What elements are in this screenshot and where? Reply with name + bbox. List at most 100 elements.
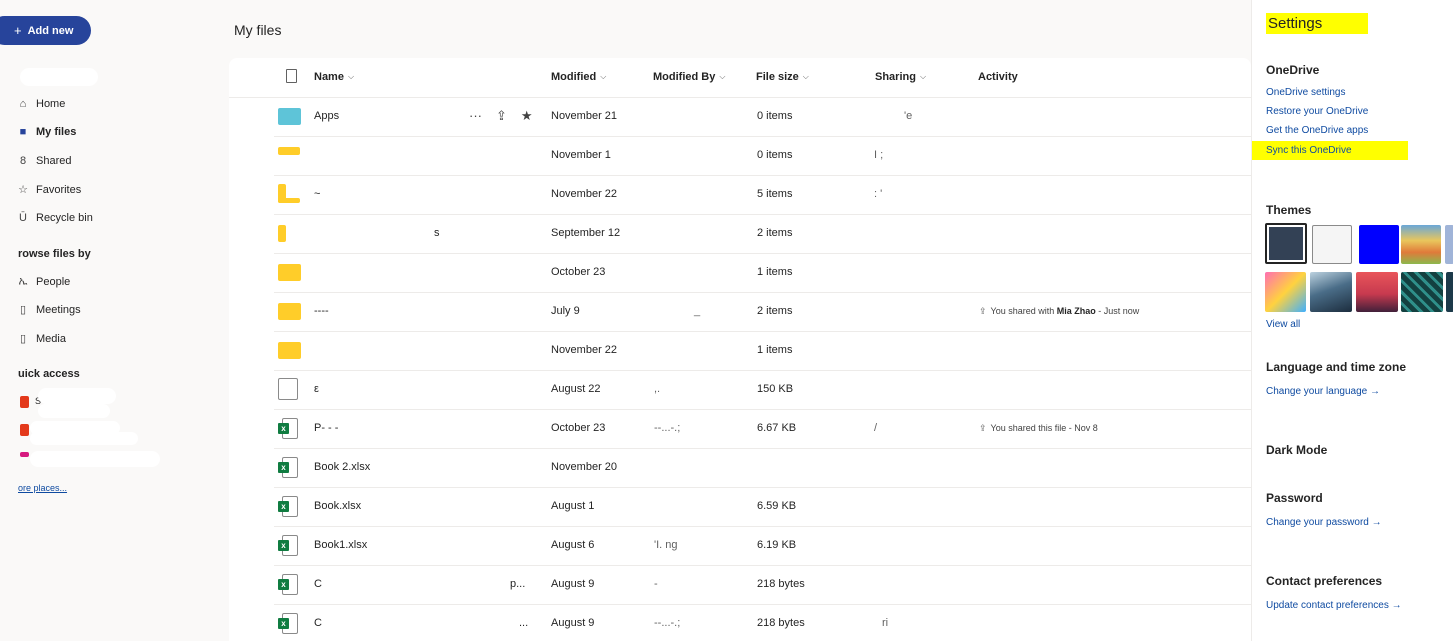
update-contact-link[interactable]: Update contact preferences → <box>1266 600 1402 611</box>
view-all-themes-link[interactable]: View all <box>1266 319 1300 330</box>
file-type-icon[interactable] <box>286 69 297 83</box>
column-header-activity[interactable]: Activity <box>978 71 1018 83</box>
theme-option-partial[interactable] <box>1445 225 1453 264</box>
nav-item-label: Meetings <box>36 303 81 316</box>
table-row[interactable]: x Book1.xlsx August 6 'I. ng 6.19 KB <box>274 527 1251 566</box>
table-row[interactable]: ε August 22 ,. 150 KB <box>274 371 1251 410</box>
folder-icon <box>278 264 301 281</box>
table-row[interactable]: November 22 1 items <box>274 332 1251 371</box>
theme-option-partial[interactable] <box>1446 272 1453 312</box>
theme-option-coast[interactable] <box>1310 272 1352 312</box>
theme-option-sunset[interactable] <box>1356 272 1398 312</box>
table-row[interactable]: x C p... August 9 - 218 bytes <box>274 566 1251 605</box>
quick-access-item-icon[interactable] <box>20 424 29 436</box>
redaction-mark <box>20 68 98 86</box>
restore-onedrive-link[interactable]: Restore your OneDrive <box>1266 106 1368 117</box>
more-options-icon[interactable]: ··· <box>469 108 482 124</box>
nav-item-media[interactable]: ▯ Media <box>18 332 66 346</box>
file-name[interactable]: P- - - <box>314 422 338 434</box>
nav-item-recycle-bin[interactable]: Ū Recycle bin <box>18 212 93 224</box>
theme-option-circuit[interactable] <box>1401 272 1443 312</box>
file-size: 5 items <box>757 188 793 200</box>
file-name[interactable]: Book 2.xlsx <box>314 461 370 473</box>
add-new-button[interactable]: + Add new <box>0 16 91 45</box>
quick-access-item-icon[interactable] <box>20 452 29 457</box>
file-name[interactable]: s <box>434 227 440 239</box>
trash-icon: Ū <box>19 212 27 224</box>
onedrive-heading: OneDrive <box>1266 63 1320 77</box>
column-header-modified[interactable]: Modified ⌵ <box>551 71 606 83</box>
table-row[interactable]: x P- - - October 23 --...-.; 6.67 KB / ⇪… <box>274 410 1251 449</box>
table-row[interactable]: November 1 0 items I ; <box>274 137 1251 176</box>
column-label: Modified By <box>653 71 716 83</box>
theme-option-light[interactable] <box>1312 225 1352 264</box>
activity: ⇪ You shared with Mia Zhao - Just now <box>979 306 1139 317</box>
modified-by: ,. <box>654 383 661 395</box>
file-name[interactable]: Book.xlsx <box>314 500 361 512</box>
theme-option-stripes[interactable] <box>1401 225 1441 264</box>
file-name[interactable]: ε <box>314 383 319 395</box>
chevron-down-icon: ⌵ <box>719 72 726 81</box>
star-icon[interactable]: ★ <box>521 108 533 124</box>
column-header-name[interactable]: Name ⌵ <box>314 71 354 83</box>
file-name-tail: ... <box>519 617 529 629</box>
modified-by: --...-.; <box>654 422 681 434</box>
modified-date: August 9 <box>551 617 595 629</box>
folder-icon <box>278 147 300 155</box>
table-row[interactable]: October 23 1 items <box>274 254 1251 293</box>
change-password-link[interactable]: Change your password → <box>1266 517 1382 528</box>
table-row[interactable]: x Book 2.xlsx November 20 <box>274 449 1251 488</box>
add-new-label: Add new <box>27 24 74 37</box>
column-header-sharing[interactable]: Sharing ⌵ <box>875 71 926 83</box>
file-name[interactable]: C <box>314 617 322 629</box>
file-size: 1 items <box>757 344 793 356</box>
get-onedrive-apps-link[interactable]: Get the OneDrive apps <box>1266 125 1368 136</box>
table-row[interactable]: s September 12 2 items <box>274 215 1251 254</box>
table-row[interactable]: x Book.xlsx August 1 6.59 KB <box>274 488 1251 527</box>
column-label: Activity <box>978 71 1018 83</box>
people-icon: 8 <box>19 155 27 167</box>
table-row[interactable]: ~ November 22 5 items : ' <box>274 176 1251 215</box>
nav-item-label: Home <box>36 98 66 110</box>
table-row[interactable]: ---- July 9 _ 2 items ⇪ You shared with M… <box>274 293 1251 332</box>
excel-file-icon: x <box>278 496 298 518</box>
folder-icon <box>278 108 301 125</box>
theme-option-blue[interactable] <box>1359 225 1399 264</box>
theme-option-colorful[interactable] <box>1265 272 1306 312</box>
share-icon: ⇪ <box>979 306 987 316</box>
redaction-mark <box>38 404 110 418</box>
theme-option-dark-slate[interactable] <box>1265 223 1307 264</box>
nav-item-meetings[interactable]: ▯ Meetings <box>18 303 81 317</box>
modified-date: November 22 <box>551 344 618 356</box>
file-name[interactable]: C <box>314 578 322 590</box>
table-row[interactable]: Apps ··· ⇪ ★ November 21 0 items 'e <box>274 98 1251 137</box>
nav-item-favorites[interactable]: ☆ Favorites <box>18 183 82 197</box>
sync-onedrive-link[interactable]: Sync this OneDrive <box>1252 141 1408 160</box>
chevron-down-icon: ⌵ <box>600 72 607 81</box>
file-name[interactable]: ~ <box>314 188 320 200</box>
onedrive-settings-link[interactable]: OneDrive settings <box>1266 87 1345 98</box>
column-header-modified-by[interactable]: Modified By ⌵ <box>653 71 725 83</box>
redaction-mark <box>30 432 138 445</box>
nav-item-home[interactable]: ⌂ Home <box>18 98 66 110</box>
modified-date: November 21 <box>551 110 618 122</box>
nav-item-my-files[interactable]: ■ My files <box>18 126 77 138</box>
table-row[interactable]: x C ... August 9 --...-.; 218 bytes ri <box>274 605 1251 641</box>
column-label: Modified <box>551 71 597 83</box>
file-name[interactable]: ---- <box>314 305 329 317</box>
file-name[interactable]: Book1.xlsx <box>314 539 367 551</box>
share-icon[interactable]: ⇪ <box>496 108 507 124</box>
more-places-link[interactable]: ore places... <box>18 483 67 493</box>
nav-item-label: My files <box>36 126 77 138</box>
file-name[interactable]: Apps <box>314 110 339 122</box>
quick-access-item-icon[interactable] <box>20 396 29 408</box>
column-label: Sharing <box>875 71 916 83</box>
file-size: 0 items <box>757 110 793 122</box>
nav-item-label: Favorites <box>36 183 82 196</box>
modified-date: November 1 <box>551 149 611 161</box>
change-language-link[interactable]: Change your language → <box>1266 386 1380 397</box>
nav-item-people[interactable]: ኢ People <box>18 275 70 288</box>
modified-by: - <box>654 578 658 590</box>
column-header-file-size[interactable]: File size ⌵ <box>756 71 809 83</box>
nav-item-shared[interactable]: 8 Shared <box>18 155 72 167</box>
